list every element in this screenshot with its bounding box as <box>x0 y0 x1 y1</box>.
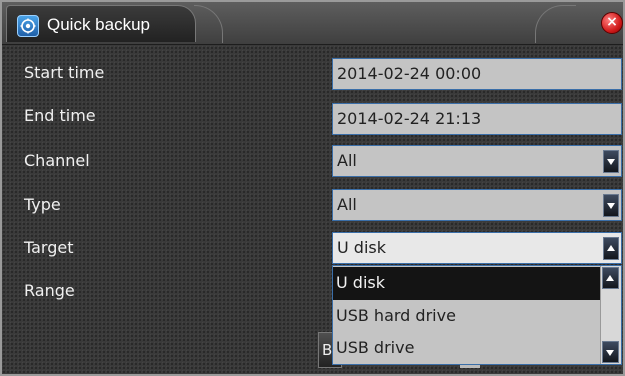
chevron-up-icon[interactable] <box>602 267 619 289</box>
backup-icon <box>17 15 39 37</box>
dropdown-option-usb-drive[interactable]: USB drive <box>333 332 600 365</box>
target-label: Target <box>24 238 74 257</box>
target-select[interactable]: U disk <box>332 232 622 264</box>
channel-label: Channel <box>24 151 90 170</box>
title-tab: Quick backup <box>6 5 196 42</box>
target-value: U disk <box>337 238 386 257</box>
title-tab-edge <box>194 5 223 43</box>
start-time-label: Start time <box>24 63 105 82</box>
channel-value: All <box>337 151 357 170</box>
end-time-label: End time <box>24 106 96 125</box>
chevron-up-icon[interactable] <box>603 237 619 260</box>
dropdown-option-u-disk[interactable]: U disk <box>333 267 600 300</box>
channel-select[interactable]: All <box>332 145 622 177</box>
type-select[interactable]: All <box>332 189 622 221</box>
chevron-down-icon[interactable] <box>603 194 619 217</box>
range-label: Range <box>24 281 75 300</box>
dropdown-scrollbar[interactable] <box>600 266 621 364</box>
start-time-input[interactable]: 2014-02-24 00:00 <box>332 58 622 90</box>
chevron-down-icon[interactable] <box>603 150 619 173</box>
quick-backup-dialog: Quick backup × Start time 2014-02-24 00:… <box>0 0 625 376</box>
close-icon[interactable]: × <box>601 12 623 34</box>
close-tab-edge <box>535 5 576 43</box>
dropdown-option-usb-hard-drive[interactable]: USB hard drive <box>333 300 600 333</box>
dialog-title: Quick backup <box>47 15 150 34</box>
type-label: Type <box>24 195 61 214</box>
target-dropdown-list: U disk USB hard drive USB drive <box>332 265 622 365</box>
end-time-input[interactable]: 2014-02-24 21:13 <box>332 103 622 135</box>
chevron-down-icon[interactable] <box>602 341 619 363</box>
title-bar: Quick backup × <box>2 2 623 45</box>
type-value: All <box>337 195 357 214</box>
close-area: × <box>535 2 623 44</box>
